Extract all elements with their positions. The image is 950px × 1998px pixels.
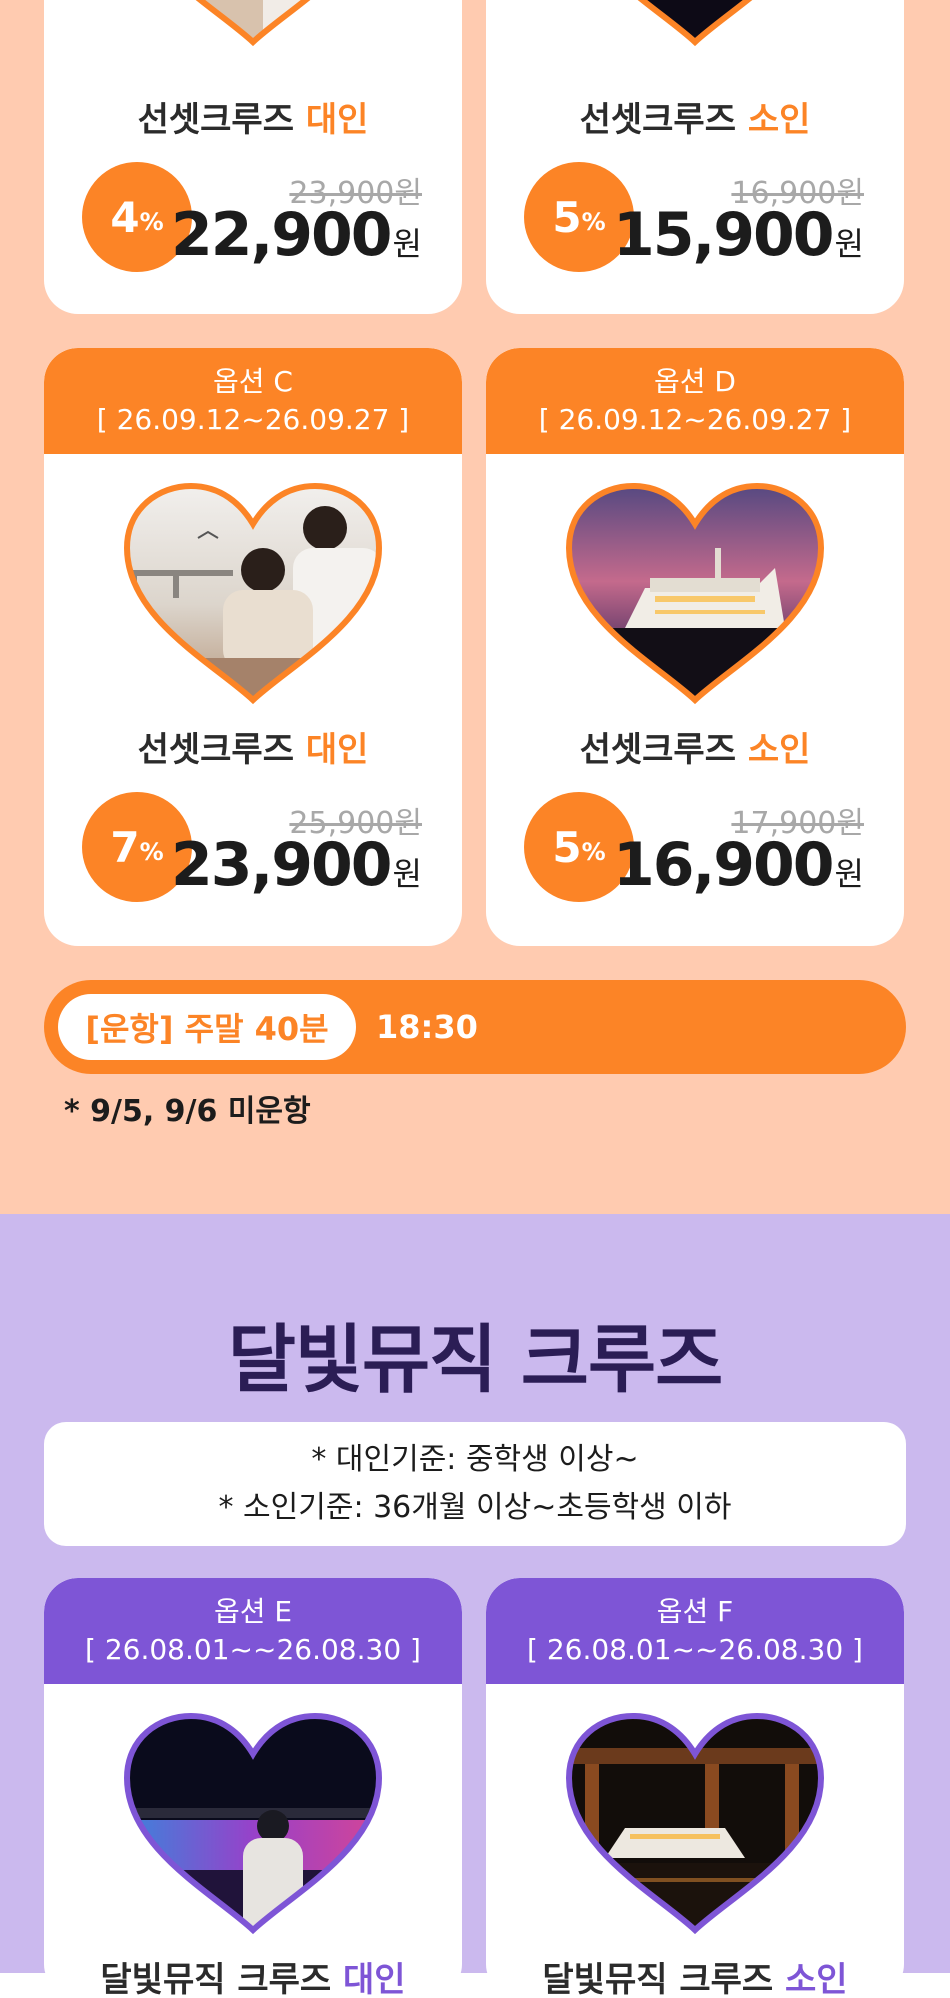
discount-number: 7 bbox=[110, 822, 140, 872]
option-e-card[interactable]: 옵션 E [ 26.08.01~~26.08.30 ] 달빛뮤직 크루즈 대인 bbox=[44, 1578, 462, 1998]
product-title: 달빛뮤직 크루즈 대인 bbox=[44, 1952, 462, 1998]
schedule-time: 18:30 bbox=[376, 1008, 478, 1046]
option-b-card[interactable]: 선셋크루즈 소인 5% 16,900원 15,900 원 bbox=[486, 0, 904, 314]
option-label: 옵션 F bbox=[656, 1595, 734, 1628]
option-period: [ 26.08.01~~26.08.30 ] bbox=[85, 1633, 421, 1666]
currency: 원 bbox=[834, 225, 864, 263]
title-accent-adult: 대인 bbox=[305, 730, 369, 770]
option-a-card[interactable]: 선셋크루즈 대인 4% 23,900원 22,900 원 bbox=[44, 0, 462, 314]
product-title: 달빛뮤직 크루즈 소인 bbox=[486, 1952, 904, 1998]
discount-unit: % bbox=[139, 838, 164, 866]
age-criteria-box: * 대인기준: 중학생 이상~ * 소인기준: 36개월 이상~초등학생 이하 bbox=[44, 1422, 906, 1546]
discount-unit: % bbox=[139, 208, 164, 236]
option-header: 옵션 C [ 26.09.12~26.09.27 ] bbox=[44, 348, 462, 454]
title-main: 선셋크루즈 bbox=[137, 730, 294, 770]
option-header: 옵션 F [ 26.08.01~~26.08.30 ] bbox=[486, 1578, 904, 1684]
cruise-ship-photo-icon bbox=[565, 482, 825, 705]
discount-unit: % bbox=[581, 208, 606, 236]
option-d-card[interactable]: 옵션 D [ 26.09.12~26.09.27 ] 선셋크루즈 소인 5% 1… bbox=[486, 348, 904, 946]
sale-amount: 22,900 bbox=[171, 200, 393, 270]
sale-price: 23,900 원 bbox=[171, 830, 422, 900]
title-accent-child: 소인 bbox=[747, 730, 811, 770]
couple-photo-icon bbox=[123, 482, 383, 705]
couple-photo-icon bbox=[127, 0, 379, 47]
adult-criteria: * 대인기준: 중학생 이상~ bbox=[311, 1442, 639, 1477]
cruise-ship-photo-icon bbox=[569, 0, 821, 47]
title-main: 달빛뮤직 크루즈 bbox=[100, 1960, 332, 1998]
product-title: 선셋크루즈 소인 bbox=[486, 722, 904, 771]
currency: 원 bbox=[392, 225, 422, 263]
schedule-note: * 9/5, 9/6 미운항 bbox=[64, 1094, 311, 1129]
title-main: 달빛뮤직 크루즈 bbox=[542, 1960, 774, 1998]
sale-amount: 15,900 bbox=[613, 200, 835, 270]
schedule-bar: [운항] 주말 40분 18:30 bbox=[44, 980, 906, 1074]
product-title: 선셋크루즈 대인 bbox=[44, 722, 462, 771]
currency: 원 bbox=[834, 855, 864, 893]
title-accent-adult: 대인 bbox=[305, 100, 369, 140]
option-period: [ 26.09.12~26.09.27 ] bbox=[538, 403, 852, 436]
bridge-night-cruise-photo-icon bbox=[565, 1712, 825, 1935]
option-header: 옵션 D [ 26.09.12~26.09.27 ] bbox=[486, 348, 904, 454]
sale-price: 16,900 원 bbox=[613, 830, 864, 900]
option-c-card[interactable]: 옵션 C [ 26.09.12~26.09.27 ] 선셋크루즈 대인 7% 2… bbox=[44, 348, 462, 946]
discount-number: 5 bbox=[552, 192, 582, 242]
option-period: [ 26.09.12~26.09.27 ] bbox=[96, 403, 410, 436]
discount-number: 5 bbox=[552, 822, 582, 872]
title-accent-adult: 대인 bbox=[343, 1960, 406, 1998]
title-accent-child: 소인 bbox=[785, 1960, 848, 1998]
option-label: 옵션 C bbox=[213, 365, 293, 398]
discount-unit: % bbox=[581, 838, 606, 866]
discount-number: 4 bbox=[110, 192, 140, 242]
currency: 원 bbox=[392, 855, 422, 893]
option-f-card[interactable]: 옵션 F [ 26.08.01~~26.08.30 ] 달빛뮤직 크루즈 소인 bbox=[486, 1578, 904, 1998]
title-main: 선셋크루즈 bbox=[579, 730, 736, 770]
product-title: 선셋크루즈 대인 bbox=[44, 92, 462, 141]
sale-price: 15,900 원 bbox=[613, 200, 864, 270]
fountain-night-photo-icon bbox=[123, 1712, 383, 1935]
option-period: [ 26.08.01~~26.08.30 ] bbox=[527, 1633, 863, 1666]
option-label: 옵션 D bbox=[654, 365, 736, 398]
child-criteria: * 소인기준: 36개월 이상~초등학생 이하 bbox=[218, 1490, 732, 1525]
title-main: 선셋크루즈 bbox=[137, 100, 294, 140]
sale-amount: 23,900 bbox=[171, 830, 393, 900]
option-label: 옵션 E bbox=[213, 1595, 293, 1628]
title-main: 선셋크루즈 bbox=[579, 100, 736, 140]
option-header: 옵션 E [ 26.08.01~~26.08.30 ] bbox=[44, 1578, 462, 1684]
section-title: 달빛뮤직 크루즈 bbox=[227, 1317, 723, 1403]
sale-amount: 16,900 bbox=[613, 830, 835, 900]
product-title: 선셋크루즈 소인 bbox=[486, 92, 904, 141]
sale-price: 22,900 원 bbox=[171, 200, 422, 270]
schedule-label: [운항] 주말 40분 bbox=[58, 994, 356, 1060]
title-accent-child: 소인 bbox=[747, 100, 811, 140]
